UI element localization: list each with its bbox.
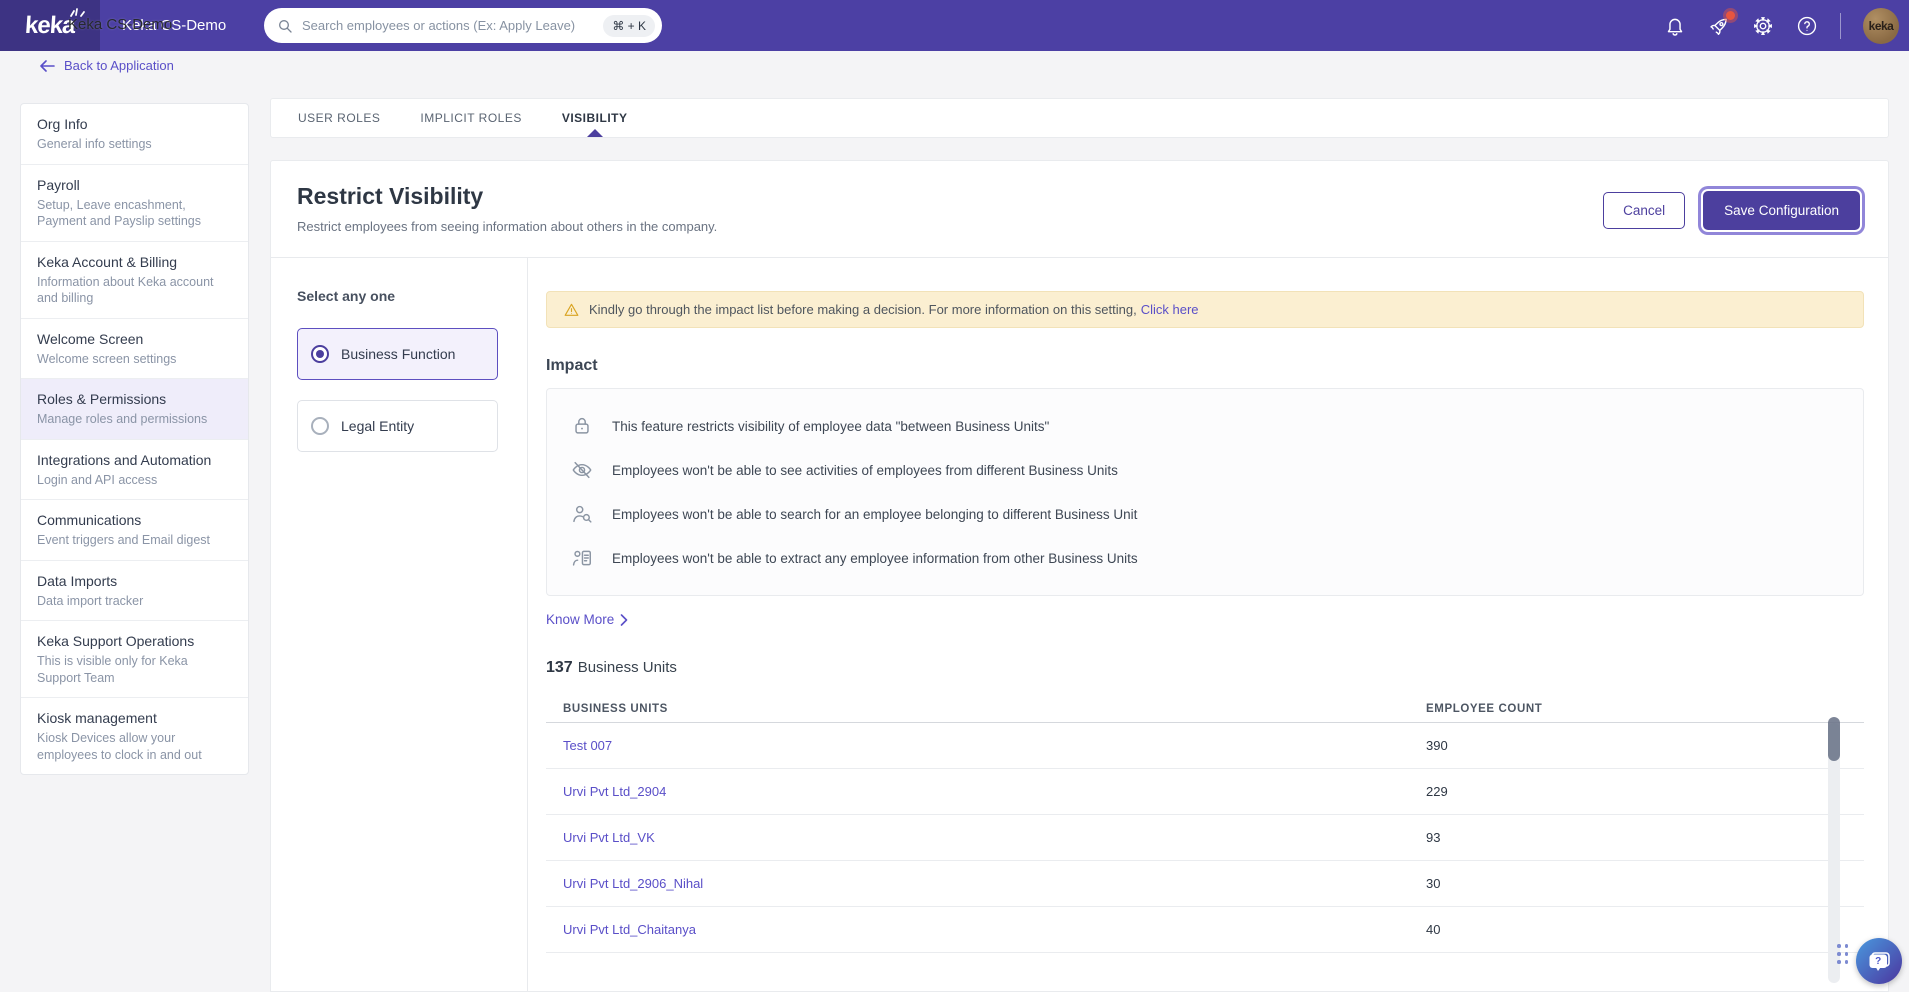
lock-icon <box>571 415 593 437</box>
navbar-actions: keka <box>1664 0 1899 51</box>
tab-visibility[interactable]: VISIBILITY <box>552 99 638 137</box>
impact-item: Employees won't be able to search for an… <box>571 492 1839 536</box>
impact-heading: Impact <box>546 357 598 374</box>
impact-item: This feature restricts visibility of emp… <box>571 404 1839 448</box>
table-row: Urvi Pvt Ltd_2906_Nihal 30 <box>546 861 1864 907</box>
business-units-table: BUSINESS UNITS EMPLOYEE COUNT Test 007 3… <box>546 695 1864 983</box>
sidebar-item-communications[interactable]: Communications Event triggers and Email … <box>21 500 248 561</box>
chevron-right-icon <box>620 613 628 626</box>
avatar[interactable]: keka <box>1863 7 1899 44</box>
help-chat-button[interactable]: ? <box>1856 938 1902 984</box>
employee-count-value: 229 <box>1426 784 1448 799</box>
banner-text: Kindly go through the impact list before… <box>589 302 1137 317</box>
table-row: Urvi Pvt Ltd_2904 229 <box>546 769 1864 815</box>
sidebar-item-welcome-screen[interactable]: Welcome Screen Welcome screen settings <box>21 319 248 379</box>
chat-bubble-icon: ? <box>1869 952 1890 971</box>
option-legal-entity[interactable]: Legal Entity <box>297 400 498 452</box>
business-unit-link[interactable]: Urvi Pvt Ltd_Chaitanya <box>563 922 696 937</box>
search-input[interactable] <box>302 18 604 33</box>
tab-user-roles[interactable]: USER ROLES <box>288 99 390 137</box>
table-header-row: BUSINESS UNITS EMPLOYEE COUNT <box>546 695 1864 723</box>
cancel-button[interactable]: Cancel <box>1603 192 1686 229</box>
business-unit-link[interactable]: Urvi Pvt Ltd_VK <box>563 830 655 845</box>
table-row: Urvi Pvt Ltd_VK 93 <box>546 815 1864 861</box>
option-business-function[interactable]: Business Function <box>297 328 498 380</box>
employee-count-value: 390 <box>1426 738 1448 753</box>
business-units-heading: 137 Business Units <box>546 659 677 676</box>
warning-icon <box>564 303 579 316</box>
know-more-link[interactable]: Know More <box>546 612 628 627</box>
click-here-link[interactable]: Click here <box>1141 302 1199 317</box>
top-navbar: keka Keka CS-Demo Keka CS-Demo ⌘ + K <box>0 0 1909 51</box>
eye-off-icon <box>571 459 593 481</box>
roles-tabbar: USER ROLES IMPLICIT ROLES VISIBILITY <box>270 98 1889 138</box>
business-units-count: 137 <box>546 659 573 676</box>
notification-dot <box>1726 10 1735 20</box>
business-unit-link[interactable]: Urvi Pvt Ltd_2906_Nihal <box>563 876 703 891</box>
impact-item: Employees won't be able to extract any e… <box>571 536 1839 580</box>
table-row: Test 007 390 <box>546 723 1864 769</box>
rocket-icon[interactable] <box>1708 10 1735 37</box>
business-unit-link[interactable]: Test 007 <box>563 738 612 753</box>
sidebar-item-keka-support-operations[interactable]: Keka Support Operations This is visible … <box>21 621 248 698</box>
bell-icon[interactable] <box>1664 15 1686 37</box>
impact-list: This feature restricts visibility of emp… <box>546 388 1864 596</box>
column-business-units: BUSINESS UNITS <box>563 702 668 715</box>
search-icon <box>279 19 292 33</box>
business-unit-link[interactable]: Urvi Pvt Ltd_2904 <box>563 784 666 799</box>
business-function-radio[interactable] <box>311 345 329 363</box>
back-arrow-icon <box>40 59 55 72</box>
panel-header: Restrict Visibility Restrict employees f… <box>271 161 1888 257</box>
sidebar-item-keka-account-billing[interactable]: Keka Account & Billing Information about… <box>21 242 248 319</box>
help-icon[interactable] <box>1796 15 1818 37</box>
sidebar-item-roles-permissions[interactable]: Roles & Permissions Manage roles and per… <box>21 379 248 440</box>
page-subtitle: Restrict employees from seeing informati… <box>297 219 718 234</box>
sidebar-item-payroll[interactable]: Payroll Setup, Leave encashment, Payment… <box>21 165 248 242</box>
employee-count-value: 40 <box>1426 922 1441 937</box>
table-row: Urvi Pvt Ltd_Chaitanya 40 <box>546 907 1864 953</box>
tab-implicit-roles[interactable]: IMPLICIT ROLES <box>410 99 531 137</box>
back-to-application-link[interactable]: Back to Application <box>40 58 174 73</box>
search-shortcut-badge: ⌘ + K <box>603 14 655 37</box>
impact-item: Employees won't be able to see activitie… <box>571 448 1839 492</box>
settings-sidebar: Org Info General info settings Payroll S… <box>20 103 249 775</box>
header-actions: Cancel Save Configuration <box>1603 191 1860 230</box>
sidebar-item-data-imports[interactable]: Data Imports Data import tracker <box>21 561 248 621</box>
navbar-divider <box>1840 12 1841 39</box>
visibility-mode-column: Select any one Business Function Legal E… <box>271 258 528 991</box>
select-any-one-label: Select any one <box>297 288 396 304</box>
user-file-icon <box>571 547 593 569</box>
user-search-icon <box>571 503 593 525</box>
global-search[interactable]: ⌘ + K <box>264 8 662 43</box>
save-configuration-button[interactable]: Save Configuration <box>1703 191 1860 230</box>
page-title: Restrict Visibility <box>297 183 484 209</box>
visibility-detail-column: Kindly go through the impact list before… <box>528 258 1888 991</box>
sidebar-item-kiosk-management[interactable]: Kiosk management Kiosk Devices allow you… <box>21 698 248 774</box>
drag-handle-icon[interactable] <box>1837 944 1852 968</box>
svg-text:?: ? <box>1875 956 1881 967</box>
scrollbar-thumb[interactable] <box>1828 717 1840 761</box>
gear-icon[interactable] <box>1752 15 1774 37</box>
employee-count-value: 30 <box>1426 876 1441 891</box>
legal-entity-radio[interactable] <box>311 417 329 435</box>
sidebar-item-integrations-automation[interactable]: Integrations and Automation Login and AP… <box>21 440 248 500</box>
impact-warning-banner: Kindly go through the impact list before… <box>546 291 1864 328</box>
company-tooltip: Keka CS-Demo <box>68 16 173 33</box>
employee-count-value: 93 <box>1426 830 1441 845</box>
restrict-visibility-panel: Restrict Visibility Restrict employees f… <box>270 160 1889 992</box>
sidebar-item-org-info[interactable]: Org Info General info settings <box>21 104 248 165</box>
panel-body: Select any one Business Function Legal E… <box>271 257 1888 991</box>
column-employee-count: EMPLOYEE COUNT <box>1426 702 1543 715</box>
